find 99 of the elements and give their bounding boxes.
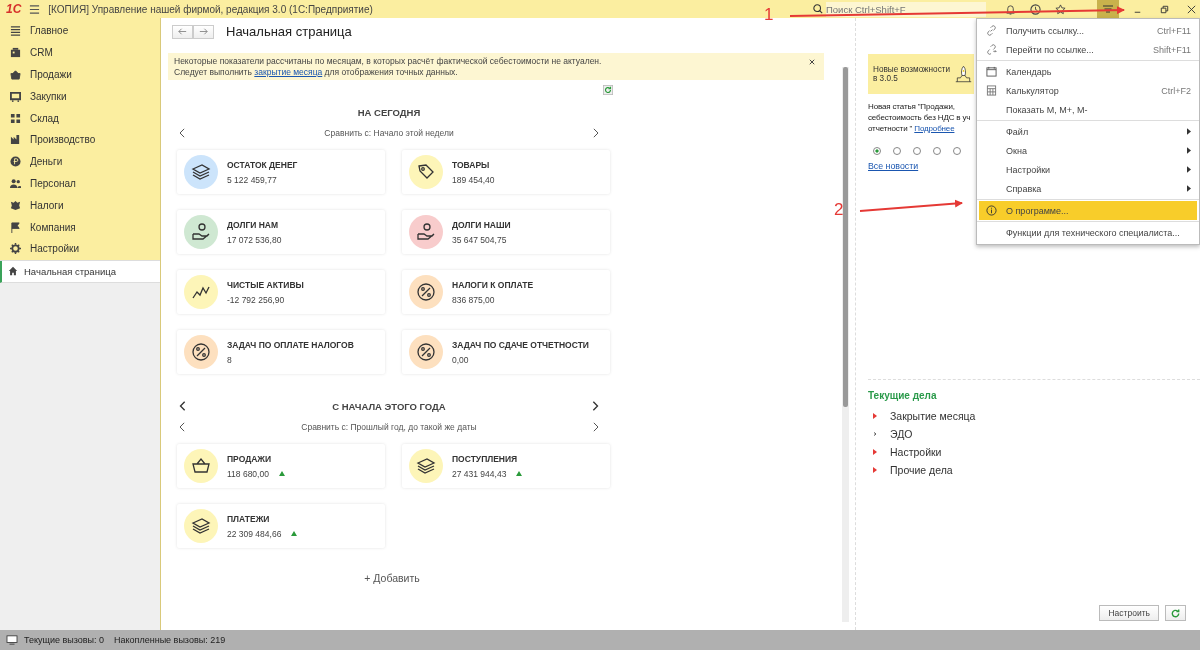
indicator-card[interactable]: ЗАДАЧ ПО ОПЛАТЕ НАЛОГОВ 8 <box>177 330 385 374</box>
indicator-title: НАЛОГИ К ОПЛАТЕ <box>452 279 534 290</box>
indicator-title: ОСТАТОК ДЕНЕГ <box>227 159 298 170</box>
menu-item[interactable]: Настройки <box>977 160 1199 179</box>
menu-item[interactable]: Файл <box>977 122 1199 141</box>
section-item[interactable]: Продажи <box>0 63 160 86</box>
menu-item[interactable]: О программе... <box>979 201 1197 220</box>
all-news-link[interactable]: Все новости <box>868 161 919 171</box>
shortcut-label: Ctrl+F2 <box>1161 85 1191 96</box>
news-text: себестоимость без НДС в уч <box>868 112 971 123</box>
annotation-number: 1 <box>764 5 774 25</box>
section-item[interactable]: Склад <box>0 107 160 129</box>
indicator-card[interactable]: ПОСТУПЛЕНИЯ 27 431 944,43 <box>402 444 610 488</box>
menu-item[interactable]: Перейти по ссылке... Shift+F11 <box>977 40 1199 59</box>
menu-item[interactable]: Календарь <box>977 62 1199 81</box>
section-label: Налоги <box>30 199 64 211</box>
section-label: Настройки <box>30 243 80 255</box>
indicator-card[interactable]: ПЛАТЕЖИ 22 309 484,66 <box>177 504 385 548</box>
configure-button[interactable]: Настроить <box>1099 605 1159 621</box>
page-title: Начальная страница <box>226 24 352 39</box>
menu-item[interactable]: Показать M, M+, M- <box>977 100 1199 119</box>
shortcut-label: Shift+F11 <box>1152 44 1191 55</box>
status-text: Текущие вызовы: 0 <box>24 635 104 645</box>
indicator-title: ЧИСТЫЕ АКТИВЫ <box>227 279 304 290</box>
indicator-value: 35 647 504,75 <box>452 234 507 245</box>
section-title: С НАЧАЛА ЭТОГО ГОДА <box>332 400 446 412</box>
more-link[interactable]: Подробнее <box>914 124 955 133</box>
app-logo: 1С <box>6 2 22 16</box>
indicator-title: ЗАДАЧ ПО СДАЧЕ ОТЧЕТНОСТИ <box>452 339 589 350</box>
indicator-value: 0,00 <box>452 354 469 365</box>
section-item[interactable]: CRM <box>0 41 160 64</box>
section-title: НА СЕГОДНЯ <box>357 106 421 118</box>
news-text: отчетности " Подробнее <box>868 123 955 134</box>
indicator-card[interactable]: ПРОДАЖИ 118 680,00 <box>177 444 385 488</box>
shortcut-label: Ctrl+F11 <box>1156 25 1191 36</box>
section-item[interactable]: Главное <box>0 20 160 42</box>
tasks-title: Текущие дела <box>868 390 937 401</box>
comparison-period[interactable]: Сравнить с: Начало этой недели <box>324 128 454 138</box>
open-window-tab[interactable]: Начальная страница <box>0 260 160 283</box>
indicator-value: 22 309 484,66 <box>227 528 282 539</box>
indicator-title: ЗАДАЧ ПО ОПЛАТЕ НАЛОГОВ <box>227 339 354 350</box>
section-label: Компания <box>30 221 76 233</box>
comparison-period[interactable]: Сравнить с: Прошлый год, до такой же даты <box>301 422 477 432</box>
indicator-value: 189 454,40 <box>452 174 495 185</box>
indicator-value: -12 792 256,90 <box>227 294 285 305</box>
indicator-title: ПРОДАЖИ <box>227 453 273 464</box>
indicator-card[interactable]: ДОЛГИ НАШИ 35 647 504,75 <box>402 210 610 254</box>
indicator-card[interactable]: ЗАДАЧ ПО СДАЧЕ ОТЧЕТНОСТИ 0,00 <box>402 330 610 374</box>
status-text: Накопленные вызовы: 219 <box>114 635 226 645</box>
news-banner[interactable]: Новые возможности в 3.0.5 <box>868 54 974 94</box>
section-item[interactable]: Производство <box>0 129 160 151</box>
section-label: Персонал <box>30 177 76 189</box>
indicator-title: ПОСТУПЛЕНИЯ <box>452 453 519 464</box>
indicator-value: 5 122 459,77 <box>227 174 277 185</box>
notice-link[interactable]: закрытие месяца <box>254 67 323 77</box>
indicator-card[interactable]: ДОЛГИ НАМ 17 072 536,80 <box>177 210 385 254</box>
section-label: Продажи <box>30 69 72 80</box>
section-item[interactable]: Закупки <box>0 85 160 108</box>
open-window-label: Начальная страница <box>24 265 116 277</box>
indicator-value: 836 875,00 <box>452 294 495 305</box>
indicator-title: ДОЛГИ НАМ <box>227 219 280 230</box>
indicator-card[interactable]: НАЛОГИ К ОПЛАТЕ 836 875,00 <box>402 270 610 314</box>
window-title: [КОПИЯ] Управление нашей фирмой, редакция 3.0 (1С:Предприятие) <box>48 3 373 15</box>
notice-text: Некоторые показатели рассчитаны по месяцам, в которых расчёт фактической себестоимости не актуален. <box>174 56 602 66</box>
indicator-value: 17 072 536,80 <box>227 234 282 245</box>
menu-item[interactable]: Получить ссылку... Ctrl+F11 <box>977 21 1199 40</box>
indicator-card[interactable]: ЧИСТЫЕ АКТИВЫ -12 792 256,90 <box>177 270 385 314</box>
indicator-title: ДОЛГИ НАШИ <box>452 219 511 230</box>
task-item[interactable]: Закрытие месяца <box>890 410 976 422</box>
indicator-title: ПЛАТЕЖИ <box>227 513 271 524</box>
section-item[interactable]: Персонал <box>0 172 160 195</box>
task-item[interactable]: Настройки <box>890 446 942 458</box>
section-item[interactable]: Настройки <box>0 237 160 260</box>
section-label: Деньги <box>30 156 63 168</box>
indicator-value: 27 431 944,43 <box>452 468 507 479</box>
section-label: Производство <box>30 134 96 146</box>
news-text: Новая статья "Продажи, <box>868 101 955 112</box>
indicator-card[interactable]: ТОВАРЫ 189 454,40 <box>402 150 610 194</box>
section-item[interactable]: Компания <box>0 216 160 238</box>
menu-item[interactable]: Справка <box>977 179 1199 198</box>
indicator-card[interactable]: ОСТАТОК ДЕНЕГ 5 122 459,77 <box>177 150 385 194</box>
task-item[interactable]: ЭДО <box>890 428 913 440</box>
menu-item[interactable]: Калькулятор Ctrl+F2 <box>977 81 1199 100</box>
indicator-title: ТОВАРЫ <box>452 159 491 170</box>
add-link[interactable]: + Добавить <box>364 572 420 584</box>
task-item[interactable]: Прочие дела <box>890 464 953 476</box>
indicator-value: 8 <box>227 354 232 365</box>
indicator-value: 118 680,00 <box>227 468 269 479</box>
menu-item[interactable]: Окна <box>977 141 1199 160</box>
section-item[interactable]: Налоги <box>0 194 160 217</box>
section-label: Закупки <box>30 90 67 102</box>
annotation-number: 2 <box>834 200 844 220</box>
section-label: CRM <box>30 47 53 59</box>
section-label: Главное <box>30 25 69 37</box>
section-item[interactable]: Деньги <box>0 150 160 173</box>
news-title: Новые возможности в 3.0.5 <box>873 65 952 83</box>
menu-item[interactable]: Функции для технического специалиста... <box>977 223 1199 242</box>
section-label: Склад <box>30 112 59 124</box>
notice-text: Следует выполнить закрытие месяца для отображения точных данных. <box>174 67 459 77</box>
